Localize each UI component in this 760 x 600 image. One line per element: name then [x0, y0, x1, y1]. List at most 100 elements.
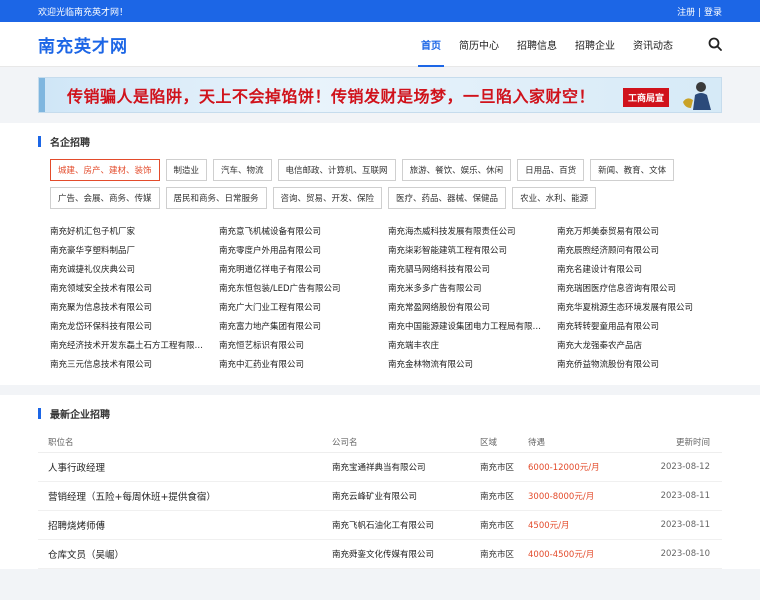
anti-mlm-banner[interactable]: 传销骗人是陷阱，天上不会掉馅饼！传销发财是场梦，一旦陷入家财空！ 工商局宣 — [38, 77, 722, 113]
site-header: 南充英才网 首页 简历中心 招聘信息 招聘企业 资讯动态 — [0, 22, 760, 67]
nav-home[interactable]: 首页 — [412, 22, 450, 67]
job-company[interactable]: 南充宝通祥典当有限公司 — [332, 461, 480, 473]
company-link[interactable]: 南充辰煦经济顾问有限公司 — [557, 242, 726, 261]
company-link[interactable]: 南充转转婴童用品有限公司 — [557, 318, 726, 337]
company-link[interactable]: 南充领域安全技术有限公司 — [50, 280, 219, 299]
company-link[interactable]: 南充驷马网络科技有限公司 — [388, 261, 557, 280]
search-icon[interactable] — [682, 22, 722, 67]
company-link[interactable]: 南充瑞困医疗信息咨询有限公司 — [557, 280, 726, 299]
main-nav: 首页 简历中心 招聘信息 招聘企业 资讯动态 — [412, 22, 722, 67]
company-list: 南充好机汇包子机厂家 南充意飞机械设备有限公司 南充海杰威科技发展有限责任公司 南充万… — [38, 217, 722, 375]
job-row[interactable]: 招聘烧烤师傅 南充飞帆石油化工有限公司 南充市区 4500元/月 2023-08… — [38, 511, 722, 540]
company-link[interactable]: 南充东恒包装/LED广告有限公司 — [219, 280, 388, 299]
nav-job-info[interactable]: 招聘信息 — [508, 22, 566, 67]
job-title[interactable]: 营销经理（五险+每周休班+提供食宿） — [48, 489, 332, 503]
banner-seal: 工商局宣 — [622, 88, 669, 107]
category-tag[interactable]: 农业、水利、能源 — [512, 187, 597, 209]
company-link[interactable]: 南充大龙强秦农产品店 — [557, 337, 726, 356]
company-link[interactable]: 南充柒彩智能建筑工程有限公司 — [388, 242, 557, 261]
category-tag[interactable]: 医疗、药品、器械、保健品 — [388, 187, 507, 209]
company-link[interactable]: 南充中国能源建设集团电力工程局有限公司 — [388, 318, 557, 337]
job-area: 南充市区 — [480, 550, 515, 560]
company-link[interactable]: 南充三元信息技术有限公司 — [50, 356, 219, 375]
header-pay: 待遇 — [528, 437, 546, 448]
company-link[interactable]: 南充中汇药业有限公司 — [219, 356, 388, 375]
site-logo[interactable]: 南充英才网 — [38, 32, 128, 57]
title-accent-bar — [38, 135, 41, 147]
category-tag[interactable]: 广告、会展、商务、传媒 — [50, 187, 160, 209]
category-tag[interactable]: 汽车、物流 — [213, 159, 272, 181]
category-tag[interactable]: 制造业 — [165, 159, 208, 181]
company-link[interactable]: 南充诚捷礼仪庆典公司 — [50, 261, 219, 280]
company-link[interactable]: 南充明道亿祥电子有限公司 — [219, 261, 388, 280]
banner-stripe — [39, 78, 45, 112]
section-gap — [0, 385, 760, 395]
nav-news[interactable]: 资讯动态 — [624, 22, 682, 67]
company-link[interactable]: 南充端丰农庄 — [388, 337, 557, 356]
company-link[interactable]: 南充龙岱环保科技有限公司 — [50, 318, 219, 337]
job-company[interactable]: 南充飞帆石油化工有限公司 — [332, 519, 480, 531]
top-bar: 欢迎光临南充英才网！ 注册 | 登录 — [0, 0, 760, 22]
header-date: 更新时间 — [675, 437, 710, 448]
header-area: 区域 — [480, 437, 498, 448]
job-row[interactable]: 仓库文员（吴崛） 南充舜銮文化传媒有限公司 南充市区 4000-4500元/月 … — [38, 540, 722, 569]
company-link[interactable]: 南充富力地产集团有限公司 — [219, 318, 388, 337]
job-title[interactable]: 人事行政经理 — [48, 460, 332, 474]
category-tag[interactable]: 旅游、餐饮、娱乐、休闲 — [401, 159, 512, 181]
company-link[interactable]: 南充万邦美泰贸易有限公司 — [557, 223, 726, 242]
famous-title-text: 名企招聘 — [50, 137, 90, 149]
latest-jobs-section: 最新企业招聘 职位名 公司名 区域 待遇 更新时间 人事行政经理 南充宝通祥典当… — [0, 395, 760, 569]
category-tag[interactable]: 新闻、教育、文体 — [590, 159, 675, 181]
company-link[interactable]: 南充名建设计有限公司 — [557, 261, 726, 280]
company-link[interactable]: 南充侨益物流股份有限公司 — [557, 356, 726, 375]
nav-resume-center[interactable]: 简历中心 — [450, 22, 508, 67]
nav-companies[interactable]: 招聘企业 — [566, 22, 624, 67]
company-link[interactable]: 南充豪华亨塑料制品厂 — [50, 242, 219, 261]
category-tag[interactable]: 城建、房产、建材、装饰 — [50, 159, 160, 181]
job-title[interactable]: 仓库文员（吴崛） — [48, 547, 332, 561]
job-area: 南充市区 — [480, 521, 515, 531]
company-link[interactable]: 南充金林物流有限公司 — [388, 356, 557, 375]
job-row[interactable]: 人事行政经理 南充宝通祥典当有限公司 南充市区 6000-12000元/月 20… — [38, 453, 722, 482]
jobs-table-header: 职位名 公司名 区域 待遇 更新时间 — [38, 431, 722, 453]
job-pay: 3000-8000元/月 — [528, 492, 595, 502]
company-link[interactable]: 南充好机汇包子机厂家 — [50, 223, 219, 242]
company-link[interactable]: 南充广大门业工程有限公司 — [219, 299, 388, 318]
job-date: 2023-08-11 — [660, 491, 710, 501]
company-link[interactable]: 南充常盈网络股份有限公司 — [388, 299, 557, 318]
job-pay: 6000-12000元/月 — [528, 463, 600, 473]
category-tag[interactable]: 日用品、百货 — [517, 159, 585, 181]
category-tag[interactable]: 居民和商务、日常服务 — [165, 187, 267, 209]
welcome-text: 欢迎光临南充英才网！ — [38, 7, 129, 18]
login-link[interactable]: 登录 — [704, 8, 722, 18]
company-link[interactable]: 南充海杰威科技发展有限责任公司 — [388, 223, 557, 242]
famous-section: 名企招聘 城建、房产、建材、装饰 制造业 汽车、物流 电信邮政、计算机、互联网 … — [0, 123, 760, 385]
company-link[interactable]: 南充恒艺标识有限公司 — [219, 337, 388, 356]
category-tags: 城建、房产、建材、装饰 制造业 汽车、物流 电信邮政、计算机、互联网 旅游、餐饮… — [38, 159, 722, 217]
job-company[interactable]: 南充舜銮文化传媒有限公司 — [332, 548, 480, 560]
job-row[interactable]: 营销经理（五险+每周休班+提供食宿） 南充云峰矿业有限公司 南充市区 3000-… — [38, 482, 722, 511]
job-date: 2023-08-10 — [660, 549, 710, 559]
company-link[interactable]: 南充米多多广告有限公司 — [388, 280, 557, 299]
jobs-title-text: 最新企业招聘 — [50, 409, 110, 421]
company-link[interactable]: 南充经济技术开发东磊土石方工程有限公司 — [50, 337, 219, 356]
job-pay: 4500元/月 — [528, 521, 570, 531]
company-link[interactable]: 南充华夏桃源生态环境发展有限公司 — [557, 299, 726, 318]
famous-section-title: 名企招聘 — [38, 123, 722, 159]
job-date: 2023-08-11 — [660, 520, 710, 530]
banner-figure-icon — [683, 82, 711, 110]
company-link[interactable]: 南充意飞机械设备有限公司 — [219, 223, 388, 242]
job-company[interactable]: 南充云峰矿业有限公司 — [332, 490, 480, 502]
header-company: 公司名 — [332, 437, 358, 448]
job-area: 南充市区 — [480, 463, 515, 473]
category-tag[interactable]: 咨询、贸易、开发、保险 — [272, 187, 383, 209]
company-link[interactable]: 南充零度户外用品有限公司 — [219, 242, 388, 261]
title-accent-bar — [38, 407, 41, 419]
job-title[interactable]: 招聘烧烤师傅 — [48, 518, 332, 532]
auth-separator: | — [698, 7, 702, 18]
category-tag[interactable]: 电信邮政、计算机、互联网 — [277, 159, 396, 181]
job-pay: 4000-4500元/月 — [528, 550, 595, 560]
company-link[interactable]: 南充聚为信息技术有限公司 — [50, 299, 219, 318]
job-area: 南充市区 — [480, 492, 515, 502]
register-link[interactable]: 注册 — [677, 8, 695, 18]
